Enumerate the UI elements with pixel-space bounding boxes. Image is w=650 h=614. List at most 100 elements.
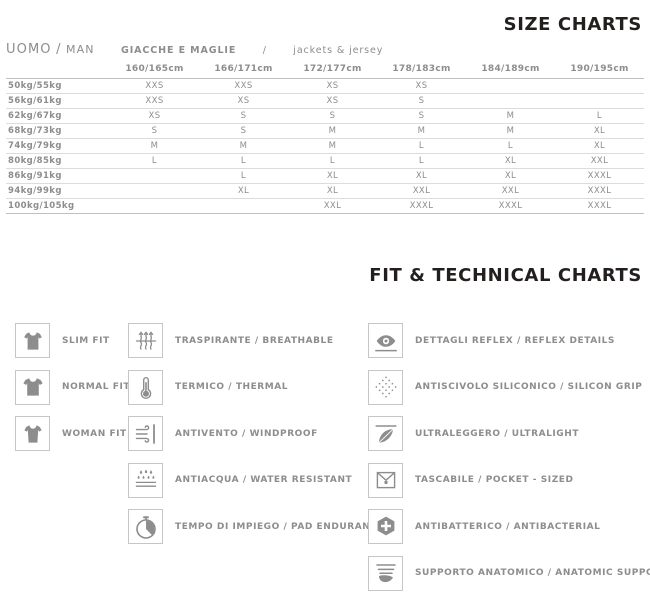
column-header-0: 160/165cm	[110, 62, 199, 79]
size-cell: M	[466, 108, 555, 124]
feature-label: TRASPIRANTE / BREATHABLE	[175, 335, 334, 346]
reflex-eye-icon	[368, 323, 403, 358]
feature-item: ANTIVENTO / WINDPROOF	[128, 416, 318, 451]
size-cell	[199, 198, 288, 214]
size-cell	[110, 168, 199, 184]
feature-item: DETTAGLI REFLEX / REFLEX DETAILS	[368, 323, 615, 358]
column-header-2: 172/177cm	[288, 62, 377, 79]
size-cell: XXL	[377, 183, 466, 199]
section-header: UOMO / MAN GIACCHE E MAGLIE / jackets & …	[6, 40, 383, 58]
size-cell: XS	[377, 78, 466, 94]
size-cell: XL	[199, 183, 288, 199]
size-cell: M	[110, 138, 199, 154]
size-cell: XL	[555, 138, 644, 154]
row-header-weight: 74kg/79kg	[6, 138, 110, 154]
feature-label: WOMAN FIT	[62, 428, 127, 439]
size-cell: XXL	[555, 153, 644, 169]
table-row: 56kg/61kg XXS XS XS S	[6, 93, 644, 109]
row-header-weight: 80kg/85kg	[6, 153, 110, 169]
silicon-grip-icon	[368, 369, 403, 405]
size-cell: XL	[555, 123, 644, 139]
size-cell: XL	[288, 168, 377, 184]
size-cell: L	[377, 138, 466, 154]
feature-label: SUPPORTO ANATOMICO / ANATOMIC SUPPORT	[415, 568, 650, 578]
row-header-weight: 100kg/105kg	[6, 198, 110, 214]
table-row: 80kg/85kg L L L L XL XXL	[6, 153, 644, 169]
size-cell: XL	[466, 168, 555, 184]
feature-label: ULTRALEGGERO / ULTRALIGHT	[415, 428, 580, 439]
size-cell: L	[555, 108, 644, 124]
size-cell	[555, 78, 644, 94]
size-cell	[466, 93, 555, 109]
size-cell	[555, 93, 644, 109]
row-header-weight: 56kg/61kg	[6, 93, 110, 109]
size-cell: XXXL	[555, 183, 644, 199]
size-cell: XS	[288, 78, 377, 94]
size-cell: XXL	[288, 198, 377, 214]
size-cell	[110, 183, 199, 199]
feature-item: ANTISCIVOLO SILICONICO / SILICON GRIP	[368, 369, 642, 405]
tshirt-normal-icon	[15, 369, 50, 405]
size-chart-body: 50kg/55kg XXS XXS XS XS 56kg/61kg XXS XS XS S 62kg…	[6, 78, 644, 214]
table-row: 50kg/55kg XXS XXS XS XS	[6, 78, 644, 94]
size-cell: S	[288, 108, 377, 124]
category-label-en: jackets & jersey	[293, 45, 384, 56]
windproof-icon	[128, 416, 163, 451]
size-chart-table: 160/165cm 166/171cm 172/177cm 178/183cm …	[6, 62, 644, 214]
size-charts-title: SIZE CHARTS	[503, 14, 642, 35]
size-cell: XS	[110, 108, 199, 124]
feature-item: ANTIBATTERICO / ANTIBACTERIAL	[368, 509, 600, 544]
feature-item: ANTIACQUA / WATER RESISTANT	[128, 462, 353, 498]
table-row: 94kg/99kg XL XL XXL XXL XXXL	[6, 183, 644, 199]
size-cell: L	[110, 153, 199, 169]
table-row: 74kg/79kg M M M L L XL	[6, 138, 644, 154]
size-cell: L	[377, 153, 466, 169]
row-header-weight: 68kg/73kg	[6, 123, 110, 139]
table-header-row: 160/165cm 166/171cm 172/177cm 178/183cm …	[6, 62, 644, 79]
size-cell: XXXL	[377, 198, 466, 214]
row-header-weight: 50kg/55kg	[6, 78, 110, 94]
column-header-5: 190/195cm	[555, 62, 644, 79]
feature-label: ANTIVENTO / WINDPROOF	[175, 428, 318, 439]
size-cell: XXS	[110, 78, 199, 94]
feature-label: DETTAGLI REFLEX / REFLEX DETAILS	[415, 335, 615, 346]
feature-item: TASCABILE / POCKET - SIZED	[368, 462, 574, 498]
size-cell	[110, 198, 199, 214]
size-cell: XXS	[199, 78, 288, 94]
size-cell: M	[199, 138, 288, 154]
gender-label-it: UOMO	[6, 42, 52, 57]
row-header-weight: 94kg/99kg	[6, 183, 110, 199]
size-cell: XXXL	[466, 198, 555, 214]
category-separator: /	[262, 45, 267, 56]
breathable-icon	[128, 323, 163, 358]
feature-label: ANTIACQUA / WATER RESISTANT	[175, 475, 353, 485]
antibacterial-icon	[368, 509, 403, 544]
table-row: 62kg/67kg XS S S S M L	[6, 108, 644, 124]
size-cell: XXL	[466, 183, 555, 199]
fit-technical-charts-title: FIT & TECHNICAL CHARTS	[369, 265, 642, 286]
size-cell: S	[377, 108, 466, 124]
table-row: 100kg/105kg XXL XXXL XXXL XXXL	[6, 198, 644, 214]
size-cell: XXS	[110, 93, 199, 109]
table-corner-cell	[6, 62, 110, 79]
feature-item: SLIM FIT	[15, 323, 110, 358]
anatomic-support-icon	[368, 555, 403, 591]
feature-item: TEMPO DI IMPIEGO / PAD ENDURANCE	[128, 509, 384, 544]
size-cell: S	[199, 123, 288, 139]
feature-label: TEMPO DI IMPIEGO / PAD ENDURANCE	[175, 521, 385, 532]
size-cell: XL	[377, 168, 466, 184]
pocket-icon	[368, 462, 403, 498]
tshirt-slim-icon	[15, 323, 50, 358]
table-row: 68kg/73kg S S M M M XL	[6, 123, 644, 139]
size-cell: XXXL	[555, 198, 644, 214]
size-cell: M	[288, 123, 377, 139]
size-cell: M	[466, 123, 555, 139]
feature-item: TRASPIRANTE / BREATHABLE	[128, 323, 334, 358]
thermometer-icon	[128, 369, 163, 405]
size-cell: S	[377, 93, 466, 109]
size-cell: S	[199, 108, 288, 124]
feature-label: TERMICO / THERMAL	[175, 382, 289, 392]
row-header-weight: 86kg/91kg	[6, 168, 110, 184]
feature-label: NORMAL FIT	[62, 382, 131, 392]
size-cell: M	[288, 138, 377, 154]
